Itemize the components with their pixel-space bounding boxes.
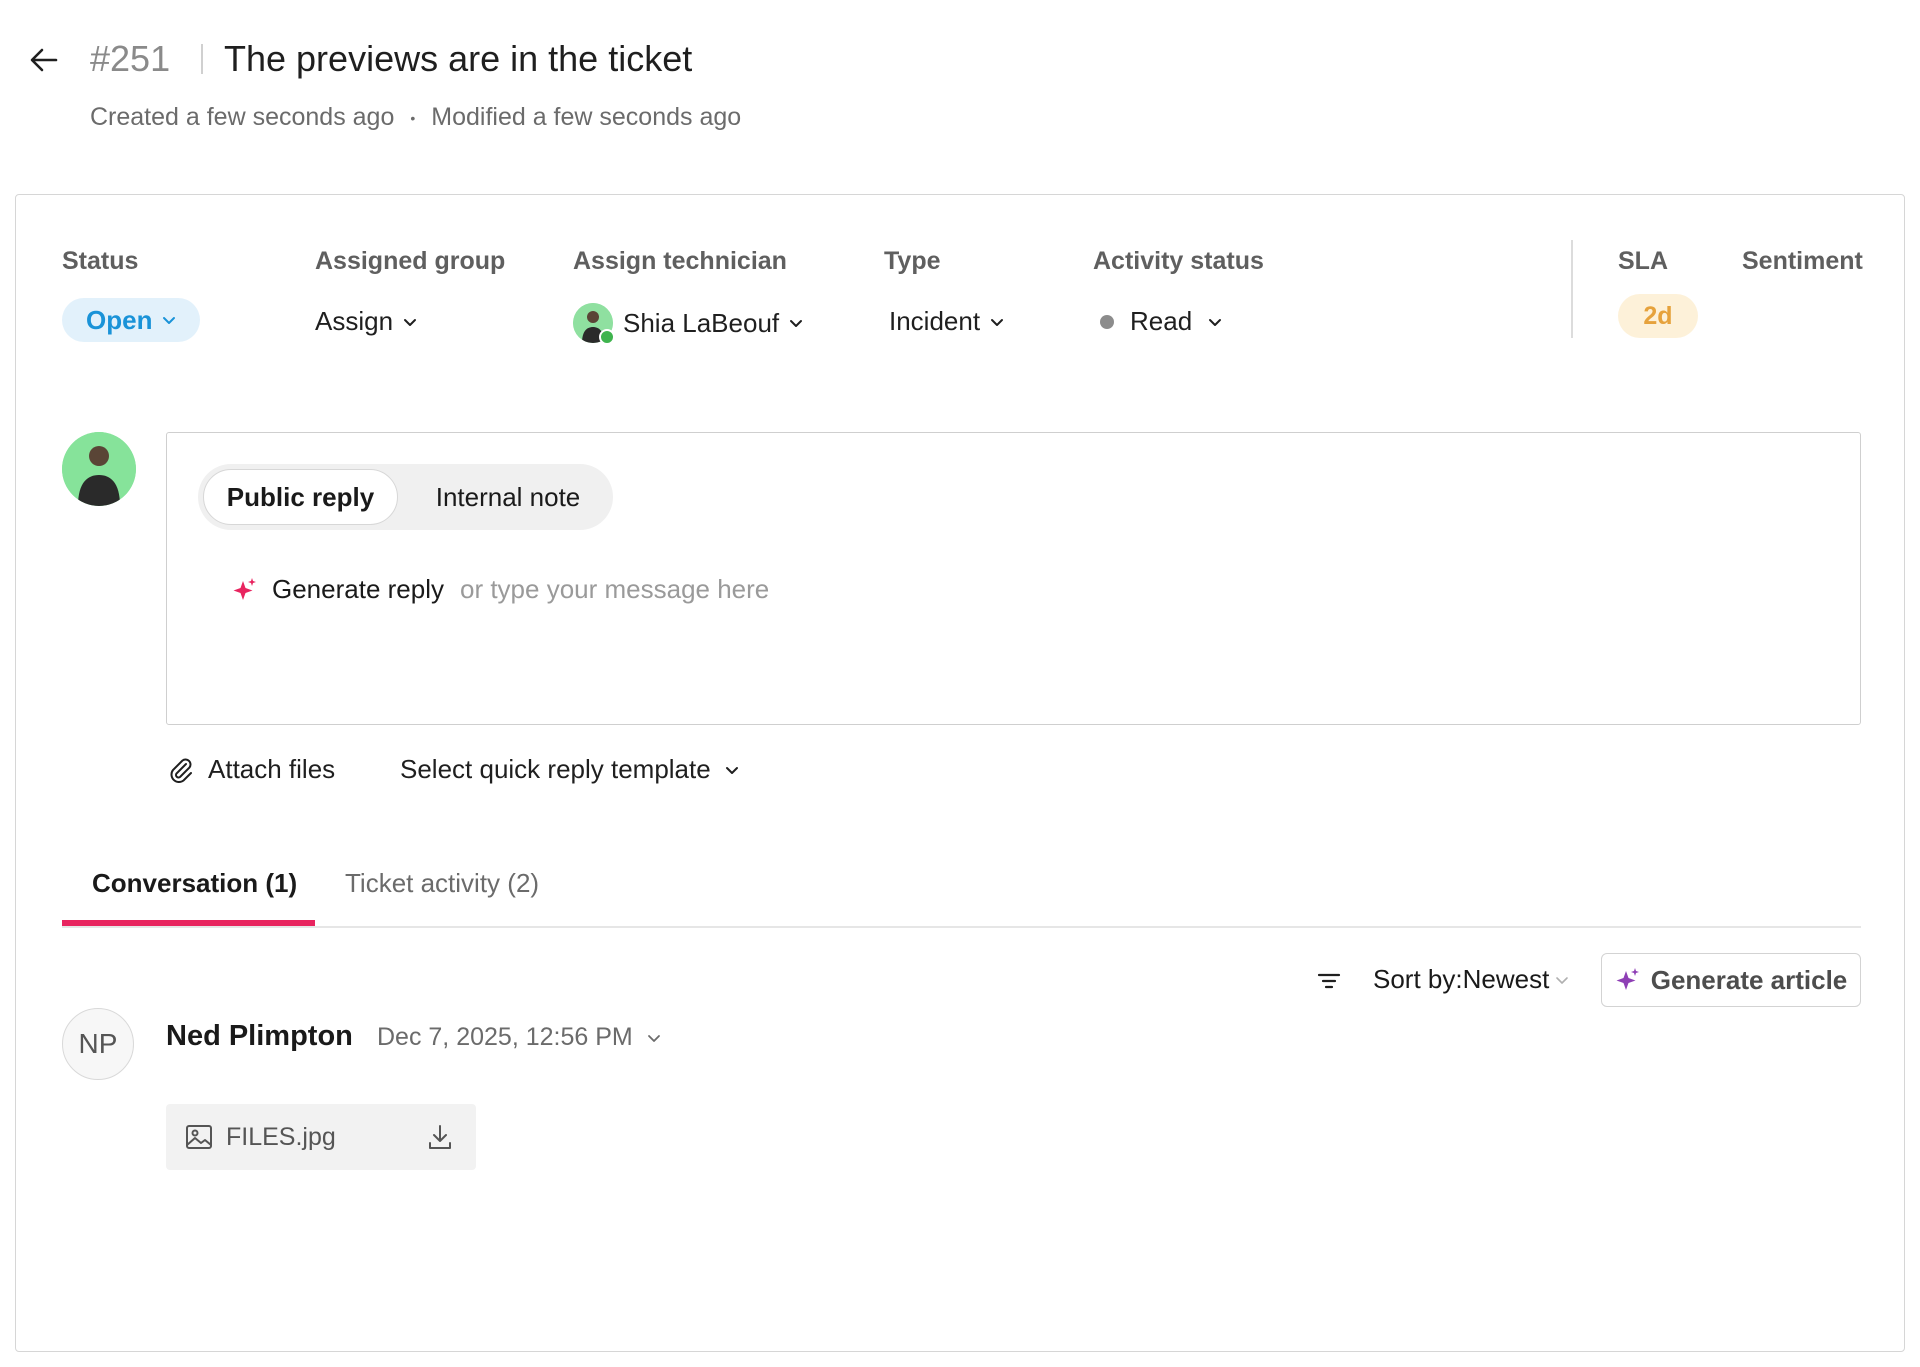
- attachment-chip[interactable]: FILES.jpg: [166, 1104, 476, 1170]
- generate-reply-button[interactable]: Generate reply: [232, 574, 444, 605]
- chevron-down-icon: [163, 317, 176, 324]
- generate-article-button[interactable]: Generate article: [1601, 953, 1861, 1007]
- tab-public-reply[interactable]: Public reply: [203, 469, 398, 525]
- assigned-group-dropdown[interactable]: Assign: [315, 306, 417, 337]
- activity-status-label: Activity status: [1093, 247, 1264, 275]
- quick-reply-template-dropdown[interactable]: Select quick reply template: [400, 754, 739, 785]
- filter-icon: [1317, 973, 1341, 989]
- technician-label: Assign technician: [573, 247, 787, 275]
- arrow-left-icon: [30, 48, 58, 72]
- tab-ticket-activity[interactable]: Ticket activity (2): [345, 868, 539, 899]
- title-divider: [201, 44, 203, 74]
- chevron-down-icon: [1556, 976, 1569, 984]
- generate-reply-label: Generate reply: [272, 574, 444, 604]
- generate-article-label: Generate article: [1650, 964, 1848, 995]
- meta-separator: •: [410, 109, 416, 126]
- sla-label: SLA: [1618, 247, 1668, 275]
- image-icon: [186, 1125, 212, 1149]
- paperclip-icon: [170, 758, 192, 783]
- quick-reply-label: Select quick reply template: [400, 754, 711, 784]
- attach-files-label: Attach files: [208, 754, 336, 784]
- chevron-down-icon: [725, 766, 738, 774]
- type-value: Incident: [889, 306, 981, 336]
- current-user-avatar: [62, 432, 136, 506]
- created-time: Created a few seconds ago: [90, 103, 395, 131]
- ticket-meta: Created a few seconds ago • Modified a f…: [90, 103, 741, 132]
- status-dropdown[interactable]: Open: [62, 298, 201, 342]
- download-button[interactable]: [422, 1119, 458, 1155]
- chevron-down-icon: [1209, 318, 1222, 326]
- message-timestamp[interactable]: Dec 7, 2025, 12:56 PM: [377, 1023, 661, 1052]
- ticket-id: #251: [90, 38, 171, 79]
- sparkle-icon: [233, 577, 256, 600]
- message-author: Ned Plimpton: [166, 1020, 353, 1052]
- message-row: Generate reply: [232, 574, 1360, 605]
- technician-value: Shia LaBeouf: [623, 307, 780, 338]
- tab-conversation[interactable]: Conversation (1): [92, 868, 297, 899]
- assigned-group-value: Assign: [315, 306, 394, 336]
- activity-status-dot: [1100, 314, 1114, 329]
- status-value: Open: [86, 304, 153, 335]
- activity-status-dropdown[interactable]: Read: [1100, 306, 1222, 337]
- type-label: Type: [884, 247, 941, 275]
- modified-time: Modified a few seconds ago: [431, 103, 742, 131]
- chevron-down-icon: [991, 318, 1004, 326]
- technician-dropdown[interactable]: Shia LaBeouf: [573, 303, 803, 345]
- sort-label: Sort by:Newest: [1373, 964, 1550, 994]
- status-label: Status: [62, 247, 139, 275]
- page-title: The previews are in the ticket: [224, 38, 693, 79]
- online-status-indicator: [599, 329, 615, 345]
- attach-files-button[interactable]: Attach files: [166, 754, 335, 785]
- back-button[interactable]: [26, 42, 62, 78]
- sparkle-icon: [1616, 968, 1639, 990]
- attachment-name: FILES.jpg: [226, 1122, 336, 1151]
- activity-status-value: Read: [1130, 306, 1193, 336]
- type-dropdown[interactable]: Incident: [889, 306, 1004, 337]
- filter-button[interactable]: [1316, 968, 1342, 994]
- sentiment-label: Sentiment: [1742, 247, 1863, 275]
- timestamp-value: Dec 7, 2025, 12:56 PM: [377, 1023, 633, 1051]
- tab-internal-note[interactable]: Internal note: [408, 469, 608, 525]
- chevron-down-icon: [404, 318, 417, 326]
- sort-dropdown[interactable]: Sort by:Newest: [1373, 964, 1569, 995]
- technician-avatar: [573, 303, 615, 345]
- fields-divider: [1571, 240, 1573, 338]
- chevron-down-icon: [790, 320, 803, 327]
- sla-badge: 2d: [1618, 294, 1698, 338]
- chevron-down-icon: [647, 1034, 660, 1042]
- message-input[interactable]: [459, 574, 1360, 605]
- assigned-group-label: Assigned group: [315, 247, 506, 275]
- download-icon: [429, 1125, 451, 1149]
- author-avatar: NP: [62, 1008, 134, 1080]
- tabs-divider: [62, 926, 1861, 928]
